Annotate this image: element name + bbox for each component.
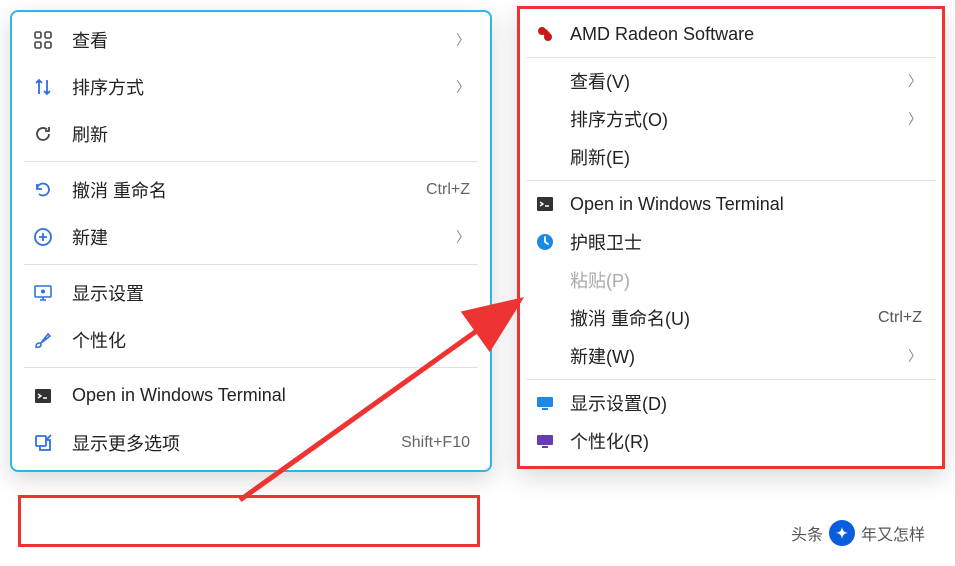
- view-grid-icon: [32, 29, 54, 51]
- menu-separator: [24, 161, 478, 162]
- menu-label: 撤消 重命名(U): [570, 305, 878, 331]
- menu-label: 排序方式(O): [570, 106, 900, 132]
- chevron-right-icon: 〉: [908, 109, 922, 129]
- terminal-icon: [534, 193, 556, 215]
- menu-item-undo-rename[interactable]: 撤消 重命名(U) Ctrl+Z: [522, 299, 940, 337]
- spacer-icon: [534, 70, 556, 92]
- menu-label: 排序方式: [72, 74, 448, 100]
- menu-label: 显示设置: [72, 280, 470, 306]
- menu-item-paste: 粘贴(P): [522, 261, 940, 299]
- menu-label: 粘贴(P): [570, 267, 922, 293]
- menu-label: 显示设置(D): [570, 390, 922, 416]
- menu-label: 个性化: [72, 327, 470, 353]
- watermark-prefix: 头条: [791, 521, 823, 545]
- amd-radeon-icon: [534, 23, 556, 45]
- menu-item-more-options[interactable]: 显示更多选项 Shift+F10: [16, 419, 486, 466]
- menu-item-sort[interactable]: 排序方式(O) 〉: [522, 100, 940, 138]
- menu-label: 新建(W): [570, 343, 900, 369]
- sort-icon: [32, 76, 54, 98]
- menu-shortcut: Shift+F10: [401, 434, 470, 452]
- chevron-right-icon: 〉: [908, 71, 922, 91]
- chevron-right-icon: 〉: [456, 77, 470, 97]
- menu-separator: [24, 264, 478, 265]
- menu-label: 新建: [72, 224, 448, 250]
- menu-separator: [24, 367, 478, 368]
- new-plus-icon: [32, 226, 54, 248]
- menu-shortcut: Ctrl+Z: [426, 181, 470, 199]
- more-options-icon: [32, 432, 54, 454]
- menu-item-display-settings[interactable]: 显示设置(D): [522, 384, 940, 422]
- menu-item-personalize[interactable]: 个性化: [16, 316, 486, 363]
- menu-label: 刷新(E): [570, 144, 922, 170]
- terminal-icon: [32, 385, 54, 407]
- menu-label: 护眼卫士: [570, 229, 922, 255]
- menu-item-terminal[interactable]: Open in Windows Terminal: [16, 372, 486, 419]
- menu-shortcut: Ctrl+Z: [878, 309, 922, 327]
- menu-label: Open in Windows Terminal: [570, 194, 922, 215]
- menu-item-view[interactable]: 查看(V) 〉: [522, 62, 940, 100]
- menu-label: 查看: [72, 27, 448, 53]
- menu-separator: [526, 180, 936, 181]
- undo-icon: [32, 179, 54, 201]
- chevron-right-icon: 〉: [908, 346, 922, 366]
- menu-label: AMD Radeon Software: [570, 24, 922, 45]
- spacer-icon: [534, 108, 556, 130]
- watermark: 头条 ✦ 年又怎样: [791, 520, 925, 546]
- menu-label: Open in Windows Terminal: [72, 385, 470, 406]
- menu-item-new[interactable]: 新建(W) 〉: [522, 337, 940, 375]
- refresh-icon: [32, 123, 54, 145]
- menu-item-new[interactable]: 新建 〉: [16, 213, 486, 260]
- spacer-icon: [534, 345, 556, 367]
- spacer-icon: [534, 307, 556, 329]
- classic-context-menu: AMD Radeon Software 查看(V) 〉 排序方式(O) 〉 刷新…: [517, 6, 945, 469]
- menu-item-sort[interactable]: 排序方式 〉: [16, 63, 486, 110]
- win11-context-menu: 查看 〉 排序方式 〉 刷新 撤消 重命名 Ctrl+Z: [10, 10, 492, 472]
- menu-item-display-settings[interactable]: 显示设置: [16, 269, 486, 316]
- menu-label: 个性化(R): [570, 428, 922, 454]
- chevron-right-icon: 〉: [456, 30, 470, 50]
- highlight-box-left: [18, 495, 480, 547]
- spacer-icon: [534, 269, 556, 291]
- menu-item-amd[interactable]: AMD Radeon Software: [522, 15, 940, 53]
- menu-label: 显示更多选项: [72, 430, 401, 456]
- watermark-logo-icon: ✦: [829, 520, 855, 546]
- menu-item-undo-rename[interactable]: 撤消 重命名 Ctrl+Z: [16, 166, 486, 213]
- menu-label: 查看(V): [570, 68, 900, 94]
- personalize-brush-icon: [32, 329, 54, 351]
- menu-separator: [526, 379, 936, 380]
- menu-label: 撤消 重命名: [72, 177, 426, 203]
- menu-item-refresh[interactable]: 刷新: [16, 110, 486, 157]
- menu-label: 刷新: [72, 121, 470, 147]
- menu-item-eye-guard[interactable]: 护眼卫士: [522, 223, 940, 261]
- personalize-icon: [534, 430, 556, 452]
- menu-separator: [526, 57, 936, 58]
- menu-item-terminal[interactable]: Open in Windows Terminal: [522, 185, 940, 223]
- menu-item-personalize[interactable]: 个性化(R): [522, 422, 940, 460]
- display-icon: [534, 392, 556, 414]
- spacer-icon: [534, 146, 556, 168]
- menu-item-refresh[interactable]: 刷新(E): [522, 138, 940, 176]
- watermark-suffix: 年又怎样: [861, 521, 925, 545]
- display-settings-icon: [32, 282, 54, 304]
- clock-icon: [534, 231, 556, 253]
- chevron-right-icon: 〉: [456, 227, 470, 247]
- menu-item-view[interactable]: 查看 〉: [16, 16, 486, 63]
